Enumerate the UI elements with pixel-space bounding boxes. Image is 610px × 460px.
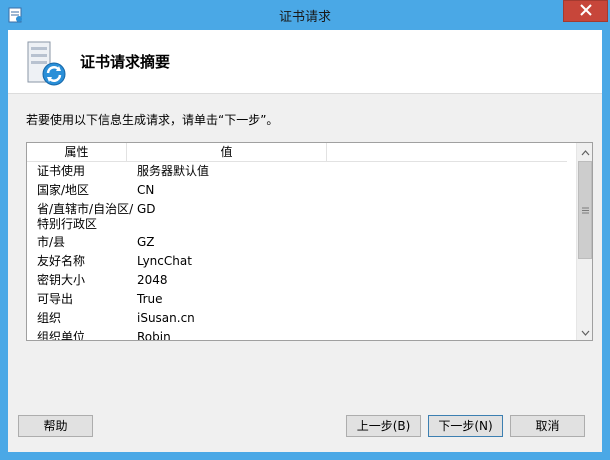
value-cell: CN [137,183,155,197]
previous-button[interactable]: 上一步(B) [346,415,421,437]
column-header-attribute[interactable]: 属性 [27,143,127,162]
list-header: 属性 值 [27,143,567,162]
certificate-request-icon [20,40,68,88]
help-button[interactable]: 帮助 [18,415,93,437]
table-row[interactable]: 国家/地区 CN [27,182,567,201]
dialog-header: 证书请求摘要 [8,30,602,94]
scroll-down-button[interactable] [577,323,592,340]
table-row[interactable]: 组织 iSusan.cn [27,310,567,329]
value-cell: LyncChat [137,254,192,268]
table-row[interactable]: 密钥大小 2048 [27,272,567,291]
table-row[interactable]: 省/直辖市/自治区/特别行政区 GD [27,201,567,234]
grip-icon [581,203,589,217]
scroll-up-button[interactable] [577,143,592,160]
table-row[interactable]: 可导出 True [27,291,567,310]
attribute-cell: 证书使用 [37,164,86,178]
title-bar[interactable]: 证书请求 [0,0,610,30]
attribute-cell: 友好名称 [37,254,86,268]
value-cell: GD [137,202,156,216]
value-cell: iSusan.cn [137,311,195,325]
cancel-button[interactable]: 取消 [510,415,585,437]
instruction-text: 若要使用以下信息生成请求，请单击“下一步”。 [26,113,279,127]
attribute-cell: 市/县 [37,235,66,249]
attribute-cell: 国家/地区 [37,183,90,197]
list-body: 证书使用 服务器默认值 国家/地区 CN 省/直辖市/自治区/特别行政区 GD … [27,163,567,341]
attribute-cell: 可导出 [37,292,74,306]
table-row[interactable]: 友好名称 LyncChat [27,253,567,272]
scroll-thumb[interactable] [578,161,592,259]
dialog-window: 证书请求 证书请求摘要 若要使用以下信息生成请求，请单击“下一步”。 属性 值 … [0,0,610,460]
attribute-cell: 组织 [37,311,62,325]
table-row[interactable]: 市/县 GZ [27,234,567,253]
dialog-client-area: 证书请求摘要 若要使用以下信息生成请求，请单击“下一步”。 属性 值 证书使用 … [8,30,602,452]
column-header-value[interactable]: 值 [127,143,327,162]
vertical-scrollbar[interactable] [576,143,592,340]
attribute-cell: 组织单位 [37,330,86,341]
chevron-down-icon [581,325,590,339]
value-cell: True [137,292,163,306]
table-row[interactable]: 证书使用 服务器默认值 [27,163,567,182]
summary-list[interactable]: 属性 值 证书使用 服务器默认值 国家/地区 CN 省/直辖市/自治区/特别行政… [26,142,593,341]
attribute-cell: 密钥大小 [37,273,86,287]
close-icon [579,3,592,19]
value-cell: Robin [137,330,171,341]
window-title: 证书请求 [278,10,331,25]
value-cell: 服务器默认值 [137,164,210,178]
close-button[interactable] [563,0,608,22]
next-button[interactable]: 下一步(N) [428,415,503,437]
column-header-empty [327,143,567,162]
chevron-up-icon [581,145,590,159]
value-cell: GZ [137,235,155,249]
table-row[interactable]: 组织单位 Robin [27,329,567,341]
page-title: 证书请求摘要 [80,53,171,71]
attribute-cell: 省/直辖市/自治区/特别行政区 [37,202,134,231]
value-cell: 2048 [137,273,168,287]
